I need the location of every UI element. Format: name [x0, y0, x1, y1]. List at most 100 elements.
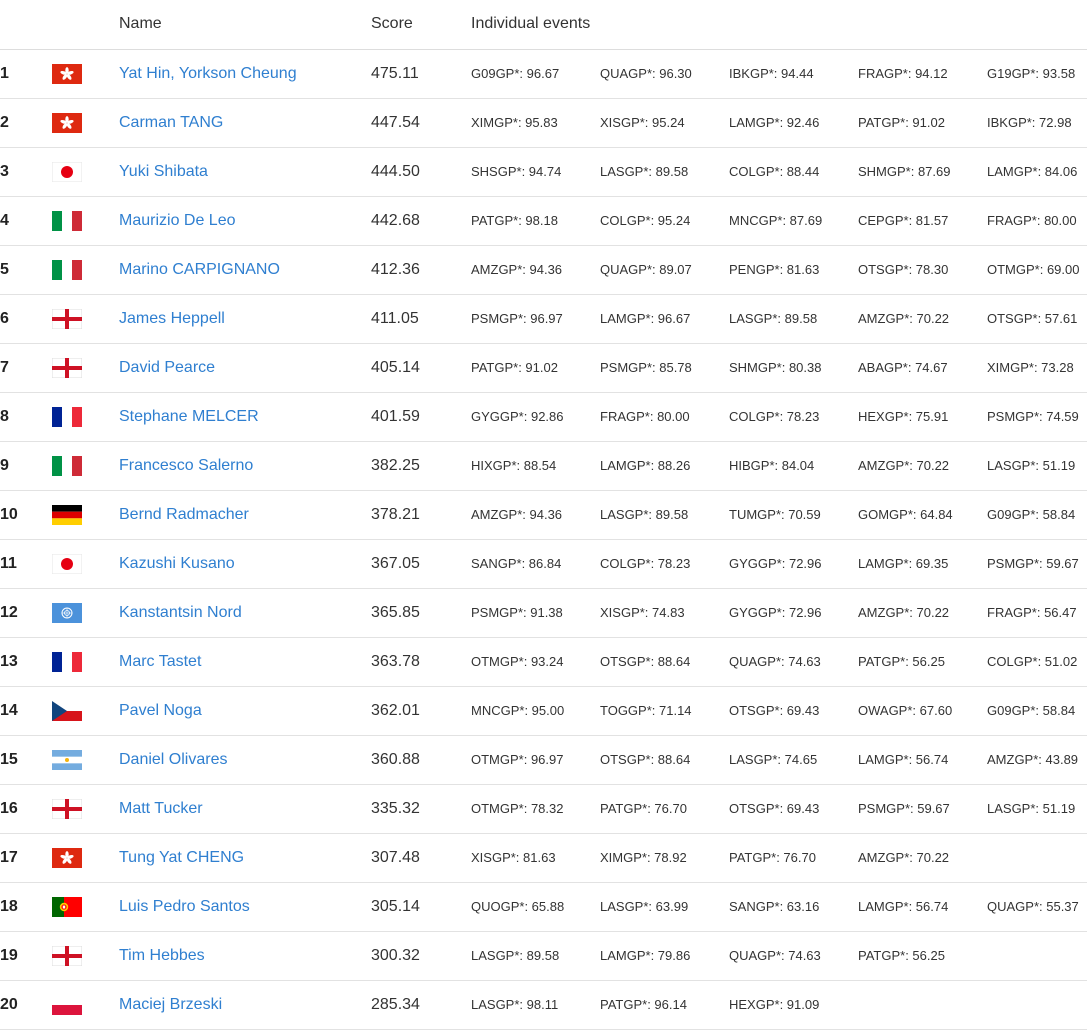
score-cell: 412.36	[371, 245, 471, 295]
flag-cell	[52, 490, 119, 540]
table-row: 15 Daniel Olivares 360.88 OTMGP*: 96.97 …	[0, 735, 1087, 785]
event-score-cell: TUMGP*: 70.59	[729, 490, 858, 540]
event-score-cell: HEXGP*: 91.09	[729, 980, 858, 1030]
competitor-link[interactable]: Tung Yat CHENG	[119, 849, 244, 866]
name-cell: Marino CARPIGNANO	[119, 245, 371, 295]
name-cell: Daniel Olivares	[119, 735, 371, 785]
event-score-cell: AMZGP*: 70.22	[858, 833, 987, 883]
flag-cell	[52, 245, 119, 295]
event-score-cell: OWAGP*: 67.60	[858, 686, 987, 736]
event-score-cell: XIMGP*: 78.92	[600, 833, 729, 883]
table-row: 20 Maciej Brzeski 285.34 LASGP*: 98.11 P…	[0, 980, 1087, 1030]
event-score-cell: FRAGP*: 80.00	[987, 196, 1087, 246]
rank-cell: 5	[0, 245, 52, 295]
name-cell: Maciej Brzeski	[119, 980, 371, 1030]
competitor-link[interactable]: Marino CARPIGNANO	[119, 261, 280, 278]
event-score-cell: LAMGP*: 56.74	[858, 882, 987, 932]
event-score-cell: PATGP*: 98.18	[471, 196, 600, 246]
score-cell: 363.78	[371, 637, 471, 687]
england-flag	[52, 798, 82, 819]
header-row: Name Score Individual events	[0, 0, 1087, 50]
france-flag	[52, 406, 82, 427]
event-score-cell: XIMGP*: 73.28	[987, 343, 1087, 393]
event-score-cell: SHMGP*: 87.69	[858, 147, 987, 197]
competitor-link[interactable]: Matt Tucker	[119, 800, 203, 817]
event-score-cell: OTMGP*: 93.24	[471, 637, 600, 687]
event-score-cell: LASGP*: 89.58	[729, 294, 858, 344]
table-row: 14 Pavel Noga 362.01 MNCGP*: 95.00 TOGGP…	[0, 686, 1087, 736]
event-score-cell: LASGP*: 89.58	[600, 147, 729, 197]
score-header[interactable]: Score	[371, 0, 471, 50]
competitor-link[interactable]: Pavel Noga	[119, 702, 202, 719]
event-score-cell: TOGGP*: 71.14	[600, 686, 729, 736]
event-score-cell: GOMGP*: 64.84	[858, 490, 987, 540]
name-header[interactable]: Name	[119, 0, 371, 50]
event-score-cell: OTSGP*: 78.30	[858, 245, 987, 295]
event-score-cell: PATGP*: 91.02	[858, 98, 987, 148]
event-score-cell: PSMGP*: 96.97	[471, 294, 600, 344]
score-cell: 444.50	[371, 147, 471, 197]
table-row: 6 James Heppell 411.05 PSMGP*: 96.97 LAM…	[0, 294, 1087, 344]
competitor-link[interactable]: Yuki Shibata	[119, 163, 208, 180]
rank-cell: 3	[0, 147, 52, 197]
event-score-cell: HIBGP*: 84.04	[729, 441, 858, 491]
competitor-link[interactable]: David Pearce	[119, 359, 215, 376]
flag-cell	[52, 392, 119, 442]
event-score-cell: LASGP*: 89.58	[471, 931, 600, 981]
event-score-cell: OTSGP*: 57.61	[987, 294, 1087, 344]
event-score-cell: IBKGP*: 72.98	[987, 98, 1087, 148]
rank-cell: 9	[0, 441, 52, 491]
event-score-cell: LASGP*: 63.99	[600, 882, 729, 932]
flag-cell	[52, 294, 119, 344]
hong-kong-flag	[52, 63, 82, 84]
competitor-link[interactable]: Maurizio De Leo	[119, 212, 236, 229]
competitor-link[interactable]: Carman TANG	[119, 114, 223, 131]
competitor-link[interactable]: Stephane MELCER	[119, 408, 259, 425]
score-cell: 442.68	[371, 196, 471, 246]
event-score-cell: OTSGP*: 88.64	[600, 637, 729, 687]
competitor-link[interactable]: Kazushi Kusano	[119, 555, 235, 572]
event-score-cell: AMZGP*: 70.22	[858, 588, 987, 638]
event-score-cell	[987, 833, 1087, 883]
table-row: 16 Matt Tucker 335.32 OTMGP*: 78.32 PATG…	[0, 784, 1087, 834]
name-cell: Kazushi Kusano	[119, 539, 371, 589]
united-nations-flag	[52, 602, 82, 623]
event-score-cell: LAMGP*: 96.67	[600, 294, 729, 344]
table-row: 18 Luis Pedro Santos 305.14 QUOGP*: 65.8…	[0, 882, 1087, 932]
event-score-cell: GYGGP*: 92.86	[471, 392, 600, 442]
competitor-link[interactable]: Yat Hin, Yorkson Cheung	[119, 65, 297, 82]
score-cell: 305.14	[371, 882, 471, 932]
name-cell: Yuki Shibata	[119, 147, 371, 197]
table-row: 2 Carman TANG 447.54 XIMGP*: 95.83 XISGP…	[0, 98, 1087, 148]
event-score-cell: FRAGP*: 94.12	[858, 49, 987, 99]
table-row: 17 Tung Yat CHENG 307.48 XISGP*: 81.63 X…	[0, 833, 1087, 883]
event-score-cell: FRAGP*: 56.47	[987, 588, 1087, 638]
poland-flag	[52, 994, 82, 1015]
competitor-link[interactable]: Daniel Olivares	[119, 751, 227, 768]
competitor-link[interactable]: Tim Hebbes	[119, 947, 205, 964]
table-row: 11 Kazushi Kusano 367.05 SANGP*: 86.84 C…	[0, 539, 1087, 589]
event-score-cell: OTMGP*: 96.97	[471, 735, 600, 785]
rank-header	[0, 0, 52, 50]
competitor-link[interactable]: Luis Pedro Santos	[119, 898, 250, 915]
competitor-link[interactable]: James Heppell	[119, 310, 225, 327]
competitor-link[interactable]: Maciej Brzeski	[119, 996, 222, 1013]
event-score-cell: XISGP*: 81.63	[471, 833, 600, 883]
score-cell: 362.01	[371, 686, 471, 736]
rank-cell: 16	[0, 784, 52, 834]
event-score-cell: QUAGP*: 89.07	[600, 245, 729, 295]
event-score-cell: AMZGP*: 94.36	[471, 245, 600, 295]
rank-cell: 13	[0, 637, 52, 687]
event-score-cell: LAMGP*: 69.35	[858, 539, 987, 589]
name-cell: Pavel Noga	[119, 686, 371, 736]
competitor-link[interactable]: Marc Tastet	[119, 653, 201, 670]
rank-cell: 7	[0, 343, 52, 393]
competitor-link[interactable]: Francesco Salerno	[119, 457, 253, 474]
event-score-cell: QUAGP*: 55.37	[987, 882, 1087, 932]
competitor-link[interactable]: Kanstantsin Nord	[119, 604, 242, 621]
flag-cell	[52, 588, 119, 638]
competitor-link[interactable]: Bernd Radmacher	[119, 506, 249, 523]
event-score-cell: AMZGP*: 94.36	[471, 490, 600, 540]
name-cell: Luis Pedro Santos	[119, 882, 371, 932]
events-header: Individual events	[471, 0, 1087, 50]
